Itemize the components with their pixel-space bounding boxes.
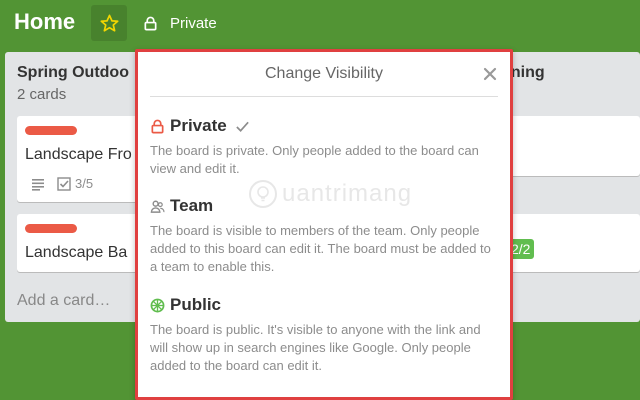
visibility-option-public[interactable]: Public The board is public. It's visible…: [150, 295, 498, 375]
option-description: The board is private. Only people added …: [150, 143, 479, 176]
card-label: [25, 224, 77, 233]
popover-divider: [150, 96, 498, 97]
check-icon: [235, 121, 249, 132]
checklist-count: 3/5: [75, 176, 94, 191]
visibility-label: Private: [170, 14, 217, 32]
list-card-count: 2 cards: [17, 86, 67, 103]
card-title: Landscape Fro: [25, 146, 132, 163]
team-icon: [150, 200, 165, 213]
add-card-button[interactable]: Add a card…: [17, 292, 110, 310]
board-visibility-button[interactable]: Private: [143, 12, 217, 34]
visibility-option-team[interactable]: Team The board is visible to members of …: [150, 196, 498, 276]
card-title: Landscape Ba: [25, 244, 128, 261]
star-button[interactable]: [91, 5, 127, 41]
checkbox-icon: [57, 176, 71, 191]
option-label: Private: [170, 116, 227, 135]
option-label: Public: [170, 295, 222, 314]
option-description: The board is public. It's visible to any…: [150, 322, 481, 373]
visibility-option-private[interactable]: Private The board is private. Only peopl…: [150, 116, 498, 178]
card-badges: 3/5: [31, 176, 93, 191]
list-title[interactable]: Spring Outdoo: [17, 64, 129, 82]
board-title[interactable]: Home: [14, 9, 75, 35]
description-icon: [32, 178, 44, 191]
star-icon: [99, 14, 119, 32]
close-icon[interactable]: [482, 66, 498, 82]
lock-icon: [151, 119, 164, 133]
board-header: Home Private: [0, 0, 640, 46]
popover-title: Change Visibility: [265, 65, 383, 82]
option-description: The board is visible to members of the t…: [150, 223, 491, 274]
change-visibility-popover: Change Visibility Private The board is p…: [135, 49, 513, 400]
card-label: [25, 126, 77, 135]
globe-icon: [150, 298, 165, 312]
option-label: Team: [170, 196, 214, 215]
lock-icon: [144, 16, 157, 30]
checklist-badge: 3/5: [57, 176, 93, 191]
